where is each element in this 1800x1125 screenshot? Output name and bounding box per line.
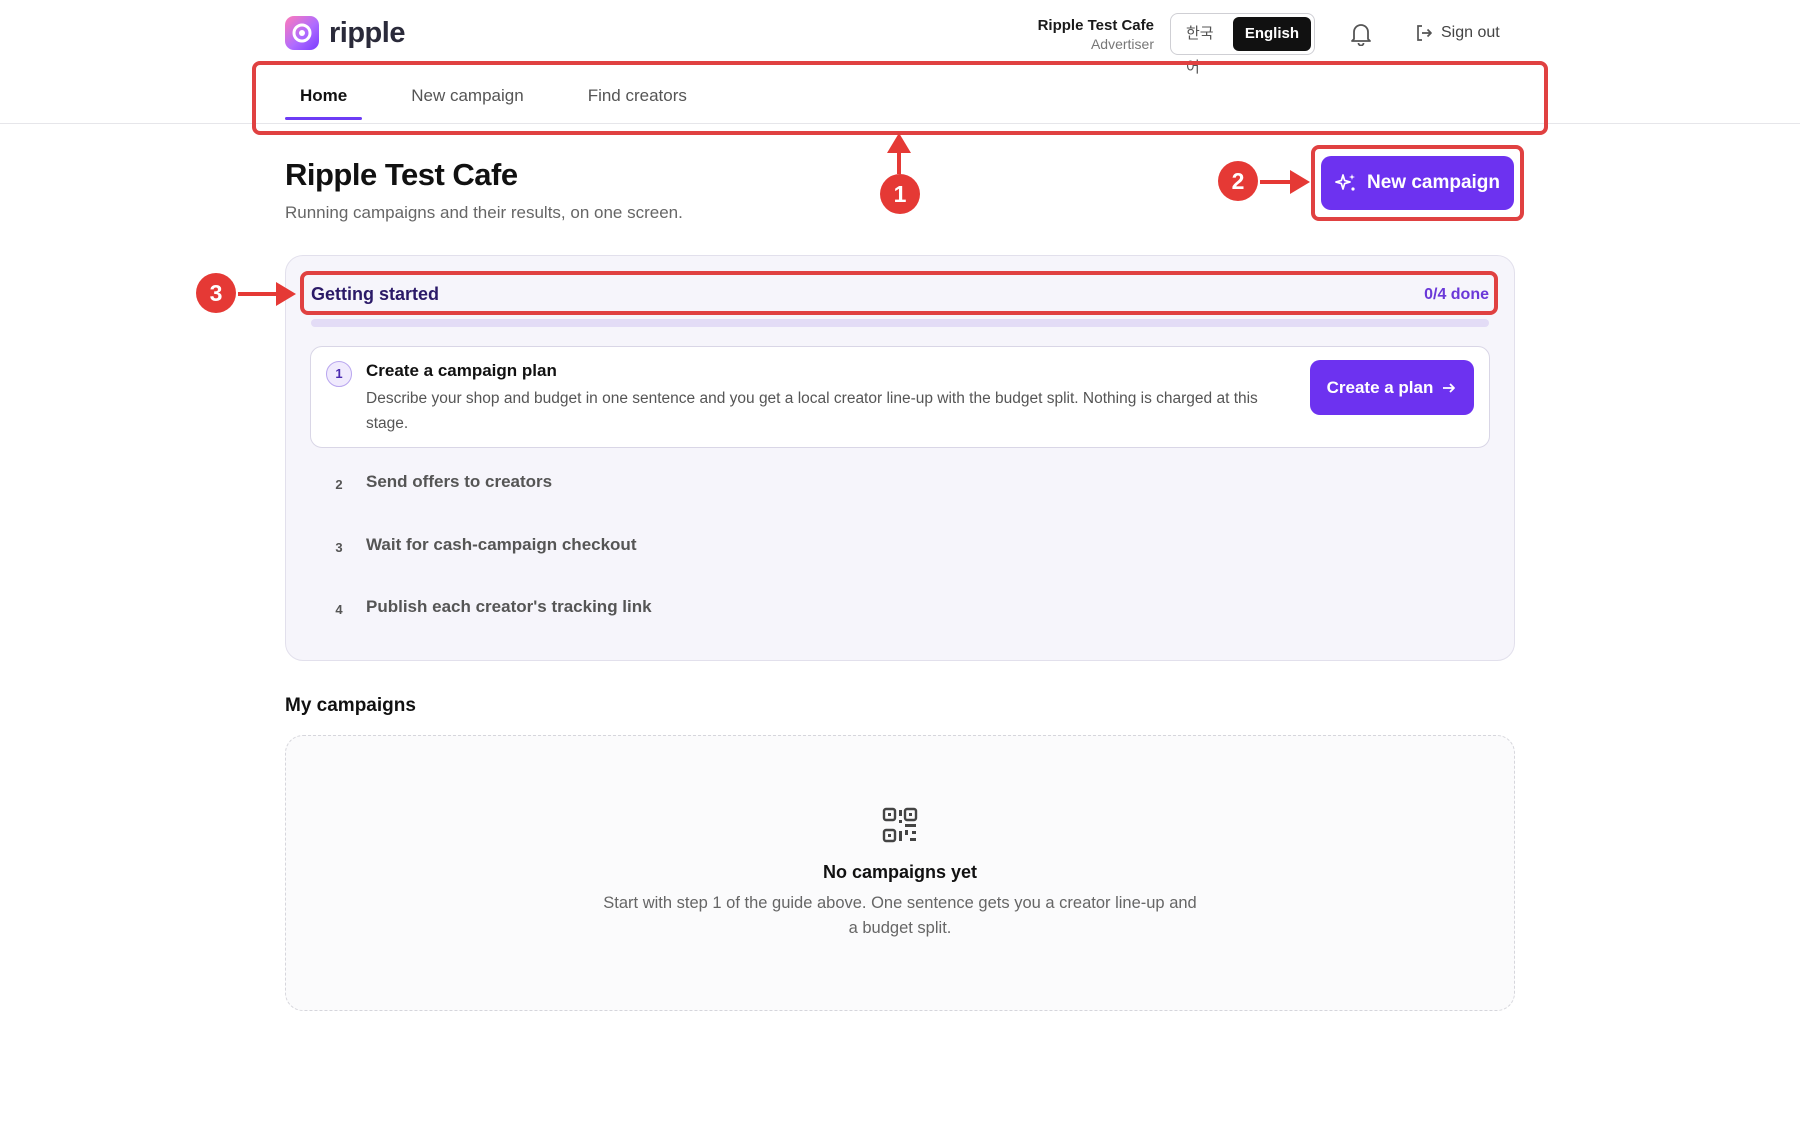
getting-started-progress-bar bbox=[311, 319, 1489, 327]
qr-code-icon bbox=[882, 807, 918, 843]
arrow-right-icon bbox=[1443, 382, 1456, 393]
annotation-arrowhead-right bbox=[276, 282, 296, 306]
language-switcher: 한국어 English bbox=[1170, 13, 1315, 76]
account-info: Ripple Test Cafe Advertiser bbox=[1038, 16, 1154, 53]
my-campaigns-title: My campaigns bbox=[285, 695, 416, 716]
annotation-badge-1: 1 bbox=[880, 174, 920, 214]
new-campaign-label: New campaign bbox=[1366, 172, 1501, 193]
annotation-arrowhead-right bbox=[1290, 170, 1310, 194]
account-role: Advertiser bbox=[1090, 36, 1154, 52]
step-title: Create a campaign plan bbox=[366, 361, 557, 380]
sign-out-label: Sign out bbox=[1441, 24, 1500, 41]
step-title[interactable]: Send offers to creators bbox=[366, 472, 552, 492]
annotation-arrow-3 bbox=[238, 292, 280, 296]
step-title[interactable]: Wait for cash-campaign checkout bbox=[366, 535, 636, 555]
sparkle-icon bbox=[1335, 174, 1355, 191]
create-plan-label: Create a plan bbox=[1326, 377, 1434, 397]
step-number-badge: 4 bbox=[335, 602, 343, 617]
ripple-logo[interactable]: ripple bbox=[285, 16, 405, 50]
step-number-badge: 2 bbox=[335, 477, 343, 492]
ripple-logo-icon bbox=[285, 16, 319, 50]
annotation-arrowhead-up bbox=[887, 133, 911, 153]
tab-home[interactable]: Home bbox=[285, 78, 363, 120]
language-option-korean[interactable]: 한국어 bbox=[1174, 17, 1230, 76]
tab-find-creators[interactable]: Find creators bbox=[573, 78, 702, 120]
create-plan-button[interactable]: Create a plan bbox=[1310, 360, 1474, 415]
empty-state-title: No campaigns yet bbox=[822, 862, 978, 882]
nav-divider bbox=[0, 123, 1800, 124]
step-title[interactable]: Publish each creator's tracking link bbox=[366, 597, 652, 617]
page-subtitle: Running campaigns and their results, on … bbox=[285, 203, 683, 222]
account-name: Ripple Test Cafe bbox=[1037, 17, 1154, 34]
page-title: Ripple Test Cafe bbox=[285, 157, 518, 192]
tab-new-campaign[interactable]: New campaign bbox=[396, 78, 538, 120]
new-campaign-button[interactable]: New campaign bbox=[1321, 156, 1514, 210]
language-option-english[interactable]: English bbox=[1232, 17, 1311, 51]
step-description: Describe your shop and budget in one sen… bbox=[366, 390, 1258, 432]
sign-out-icon bbox=[1417, 25, 1432, 41]
main-nav: Home New campaign Find creators bbox=[285, 78, 702, 120]
getting-started-count: 0/4 done bbox=[1424, 286, 1489, 303]
annotation-badge-3: 3 bbox=[196, 273, 236, 313]
logo-text: ripple bbox=[329, 16, 405, 49]
annotation-arrow-1 bbox=[897, 150, 901, 174]
sign-out-button[interactable]: Sign out bbox=[1415, 24, 1500, 42]
notifications-bell-icon[interactable] bbox=[1350, 22, 1372, 47]
annotation-badge-2: 2 bbox=[1218, 161, 1258, 201]
step-number-badge: 1 bbox=[326, 361, 352, 387]
step-number-badge: 3 bbox=[335, 540, 343, 555]
empty-state-description: Start with step 1 of the guide above. On… bbox=[603, 894, 1197, 937]
annotation-arrow-2 bbox=[1260, 180, 1294, 184]
getting-started-title: Getting started bbox=[311, 284, 440, 304]
